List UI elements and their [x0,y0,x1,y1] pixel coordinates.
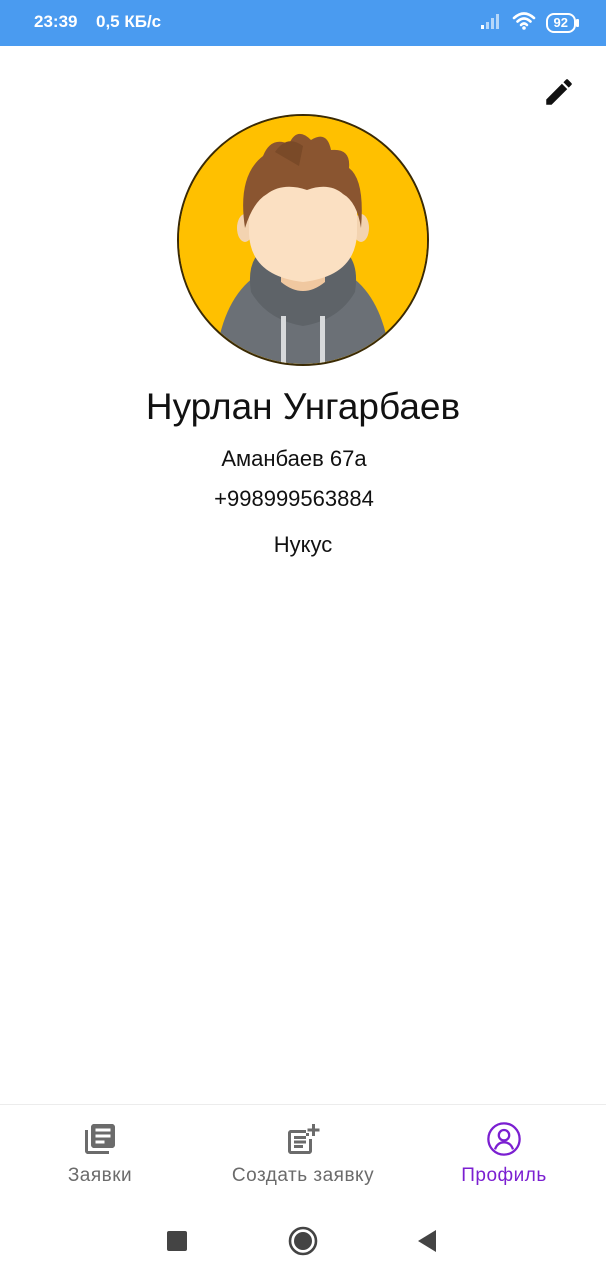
list-icon [82,1121,118,1157]
profile-address: Аманбаев 67а [221,446,367,471]
status-bar: 23:39 0,5 КБ/с 92 [0,0,606,46]
profile-icon [486,1121,522,1157]
status-time: 23:39 [34,12,78,31]
profile-phone: +998999563884 [214,486,374,511]
nav-label-profile: Профиль [461,1165,547,1186]
user-avatar-illustration [179,116,427,364]
profile-name: Нурлан Унгарбаев [145,386,461,427]
back-icon [418,1230,436,1252]
system-navigation-bar [0,1200,606,1280]
status-indicators: 92 [480,10,580,36]
bottom-navigation: Заявки Создать заявку Профиль [0,1104,606,1201]
recent-apps-button[interactable] [166,1230,188,1257]
nav-label-requests: Заявки [67,1165,133,1186]
home-icon [288,1226,318,1256]
wifi-icon [512,11,536,36]
nav-item-profile[interactable]: Профиль [448,1105,560,1201]
signal-icon [480,12,502,35]
profile-city: Нукус [273,532,333,557]
nav-item-requests[interactable]: Заявки [52,1105,148,1201]
nav-item-create-request[interactable]: Создать заявку [212,1105,394,1201]
avatar [177,114,429,366]
nav-label-create-request: Создать заявку [231,1165,375,1186]
status-network-speed: 0,5 КБ/с [96,12,162,31]
battery-indicator: 92 [545,13,580,33]
edit-profile-button[interactable] [539,74,579,114]
note-add-icon [285,1121,321,1157]
home-button[interactable] [288,1226,318,1261]
back-button[interactable] [416,1229,438,1258]
recent-apps-icon [167,1231,187,1251]
pencil-icon [542,75,576,114]
